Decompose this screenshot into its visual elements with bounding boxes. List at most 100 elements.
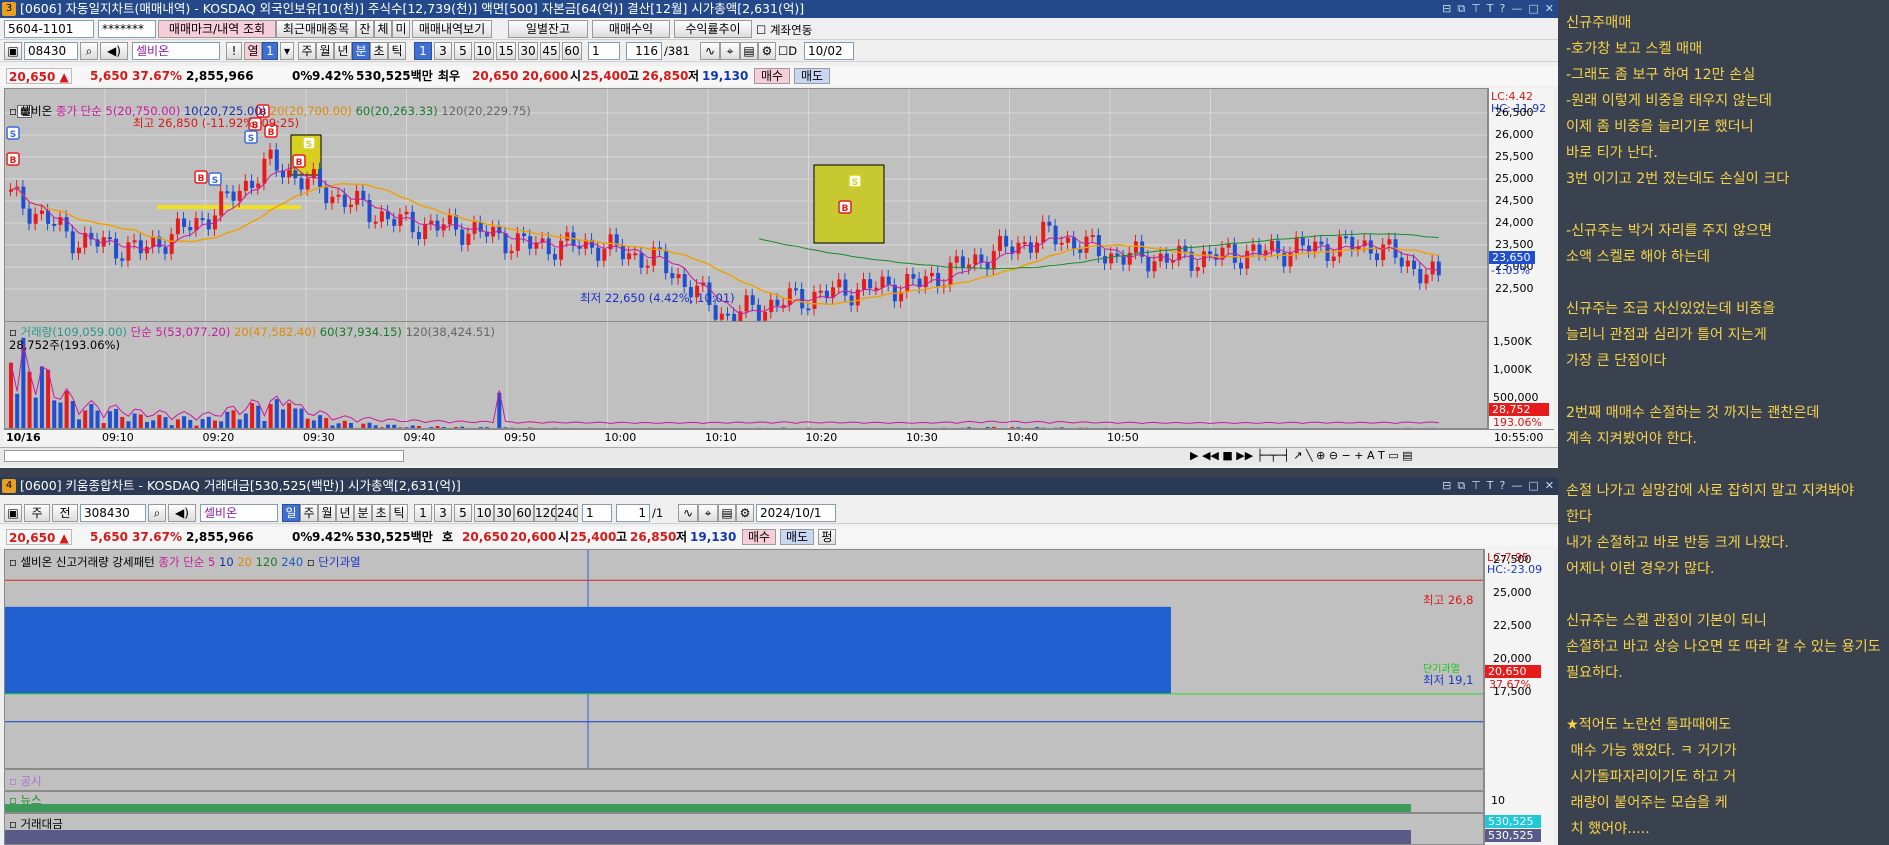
scroll-thumb[interactable] [4, 450, 404, 462]
interval-10-2[interactable]: 10 [474, 504, 494, 522]
interval-240-2[interactable]: 240 [556, 504, 578, 522]
interval-5[interactable]: 5 [454, 42, 472, 60]
period-week-2[interactable]: 주 [300, 504, 318, 522]
text-icon[interactable]: T [1487, 477, 1494, 495]
stock-code-input-2[interactable]: 308430 [80, 504, 146, 522]
date-input-2[interactable]: 2024/10/1 [756, 504, 836, 522]
balance-button[interactable]: 잔 [356, 20, 374, 38]
market-select[interactable]: 전 [52, 504, 78, 522]
pin-icon[interactable]: ⊤ [1471, 477, 1481, 495]
daily-balance-button[interactable]: 일별잔고 [508, 20, 588, 38]
gear-icon[interactable]: ⚙ [736, 504, 754, 522]
account-select[interactable]: 5604-1101 [4, 20, 94, 38]
interval-1[interactable]: 1 [414, 42, 432, 60]
interval-45[interactable]: 45 [540, 42, 560, 60]
filled-button[interactable]: 체 [374, 20, 392, 38]
minimize-icon[interactable]: — [1511, 477, 1522, 495]
period-second[interactable]: 초 [370, 42, 388, 60]
period-minute-2[interactable]: 분 [354, 504, 372, 522]
interval-1-2[interactable]: 1 [414, 504, 432, 522]
amount-panel[interactable]: ▫ 거래대금 [4, 813, 1484, 845]
period-month[interactable]: 월 [316, 42, 334, 60]
stock-name-field[interactable]: 셀비온 [132, 42, 220, 60]
interval-120-2[interactable]: 120 [534, 504, 556, 522]
period-dropdown[interactable]: ▾ [280, 42, 294, 60]
interval-15[interactable]: 15 [496, 42, 516, 60]
close-icon[interactable]: ✕ [1545, 0, 1554, 18]
trade-mark-query-button[interactable]: 매매마크/내역 조회 [158, 20, 276, 38]
gear-icon[interactable]: ⚙ [758, 42, 776, 60]
period-year-2[interactable]: 년 [336, 504, 354, 522]
extra-button-2[interactable]: 펑 [818, 529, 836, 545]
profit-rate-trend-button[interactable]: 수익률추이 [674, 20, 752, 38]
column-button[interactable]: 열 [244, 42, 262, 60]
period-minute[interactable]: 분 [352, 42, 370, 60]
period-tick-2[interactable]: 틱 [390, 504, 408, 522]
volume-chart[interactable]: ▫ 거래량(109,059.00) 단순 5(53,077.20) 20(47,… [4, 321, 1488, 429]
interval-30[interactable]: 30 [518, 42, 538, 60]
restore-icon[interactable]: ⊟ [1442, 0, 1451, 18]
interval-3[interactable]: 3 [434, 42, 452, 60]
buy-button-2[interactable]: 매수 [742, 529, 776, 545]
period-year[interactable]: 년 [334, 42, 352, 60]
interval-10[interactable]: 10 [474, 42, 494, 60]
crosshair-icon[interactable]: ⌖ [698, 504, 718, 522]
stock-code-input[interactable]: 08430 [24, 42, 78, 60]
pin-icon[interactable]: ⊤ [1471, 0, 1481, 18]
help-icon[interactable]: ? [1500, 477, 1506, 495]
count-select-2[interactable]: 1 [582, 504, 612, 522]
news-panel[interactable]: ▫ 뉴스 [4, 791, 1484, 813]
stock-name-field-2[interactable]: 셀비온 [200, 504, 278, 522]
help-icon[interactable]: ? [1500, 0, 1506, 18]
account-link-checkbox[interactable]: ☐ 계좌연동 [756, 22, 812, 38]
daily-price-chart[interactable]: ▫ 셀비온 신고거래량 강세패턴 종가 단순 5 10 20 120 240 ▫… [4, 549, 1484, 769]
speaker-icon[interactable]: ◀) [100, 42, 128, 60]
link-icon[interactable]: ⧉ [1457, 0, 1465, 18]
restore-icon[interactable]: ⊟ [1442, 477, 1451, 495]
interval-3-2[interactable]: 3 [434, 504, 452, 522]
interval-30-2[interactable]: 30 [494, 504, 514, 522]
unfilled-button[interactable]: 미 [392, 20, 410, 38]
page-current-2[interactable]: 1 [616, 504, 650, 522]
search-icon[interactable]: ⌕ [80, 42, 98, 60]
search-icon[interactable]: ⌕ [148, 504, 166, 522]
link-icon[interactable]: ⧉ [1457, 477, 1465, 495]
recent-trades-button[interactable]: 최근매매종목 [276, 20, 356, 38]
password-input[interactable]: ******* [98, 20, 156, 38]
date-checkbox[interactable]: ☐D [778, 44, 797, 58]
count-select[interactable]: 1 [588, 42, 620, 60]
chart-icon[interactable]: ▣ [4, 42, 22, 60]
interval-5-2[interactable]: 5 [454, 504, 472, 522]
period-tick[interactable]: 틱 [388, 42, 406, 60]
page-current[interactable]: 116 [626, 42, 662, 60]
period-second-2[interactable]: 초 [372, 504, 390, 522]
maximize-icon[interactable]: □ [1528, 0, 1538, 18]
trade-profit-button[interactable]: 매매수익 [592, 20, 670, 38]
trade-history-button[interactable]: 매매내역보기 [412, 20, 492, 38]
disk-icon[interactable]: ▤ [718, 504, 736, 522]
disk-icon[interactable]: ▤ [740, 42, 758, 60]
wave-icon[interactable]: ∿ [678, 504, 698, 522]
maximize-icon[interactable]: □ [1528, 477, 1538, 495]
interval-60[interactable]: 60 [562, 42, 582, 60]
buy-button[interactable]: 매수 [754, 68, 790, 84]
chart-icon[interactable]: ▣ [4, 504, 22, 522]
sell-button[interactable]: 매도 [794, 68, 830, 84]
crosshair-icon[interactable]: ⌖ [720, 42, 740, 60]
disclosure-panel[interactable]: ▫ 공시 [4, 769, 1484, 791]
sell-button-2[interactable]: 매도 [780, 529, 814, 545]
speaker-icon[interactable]: ◀) [168, 504, 196, 522]
close-icon[interactable]: ✕ [1545, 477, 1554, 495]
text-icon[interactable]: T [1487, 0, 1494, 18]
period-day[interactable]: 일 [282, 504, 300, 522]
period-week[interactable]: 주 [298, 42, 316, 60]
minimize-icon[interactable]: — [1511, 0, 1522, 18]
period-month-2[interactable]: 월 [318, 504, 336, 522]
scroll-controls-icon[interactable]: ▶ ◀◀ ■ ▶▶ ├─┬─┤ ↗ ╲ ⊕ ⊖ − + A T ▭ ▤ [1190, 449, 1413, 462]
date-input[interactable]: 10/02 [804, 42, 854, 60]
interval-60-2[interactable]: 60 [514, 504, 534, 522]
alert-button[interactable]: ! [226, 42, 242, 60]
stock-type-select[interactable]: 주 [24, 504, 50, 522]
period-number[interactable]: 1 [262, 42, 278, 60]
chart-scroll-bar[interactable]: ▶ ◀◀ ■ ▶▶ ├─┬─┤ ↗ ╲ ⊕ ⊖ − + A T ▭ ▤ [0, 447, 1558, 465]
